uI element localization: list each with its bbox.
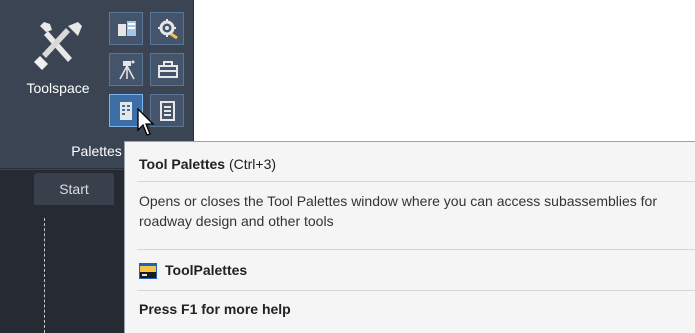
tools-icon [34,22,82,70]
toolspace-label: Toolspace [26,80,90,96]
dashed-guide-line [44,218,45,333]
survey-instrument-icon [119,60,135,80]
tooltip-title-name: Tool Palettes [139,156,226,172]
tooltip-divider [137,249,695,250]
tool-palettes-icon [120,102,132,120]
survey-database-icon [118,21,136,36]
mouse-cursor-icon [137,108,155,136]
tool-palettes-window-icon [139,263,157,279]
toolspace-button[interactable]: Toolspace [10,10,106,110]
toolbox-button[interactable] [150,53,184,86]
settings-button[interactable] [150,12,184,45]
canvas-area [194,0,695,140]
tooltip: Tool Palettes (Ctrl+3) Opens or closes t… [124,141,695,333]
tooltip-command-name: ToolPalettes [165,262,248,278]
survey-database-button[interactable] [109,12,143,45]
tooltip-divider [137,181,695,182]
tooltip-shortcut: (Ctrl+3) [228,156,277,172]
properties-icon [160,101,175,121]
survey-button[interactable] [109,53,143,86]
tooltip-description: Opens or closes the Tool Palettes window… [139,193,658,229]
gear-icon [158,19,178,40]
toolbox-icon [158,61,178,78]
tooltip-title: Tool Palettes (Ctrl+3) [139,156,276,172]
tooltip-help-text: Press F1 for more help [139,301,291,317]
tooltip-divider [137,290,695,291]
tab-start[interactable]: Start [34,173,114,205]
